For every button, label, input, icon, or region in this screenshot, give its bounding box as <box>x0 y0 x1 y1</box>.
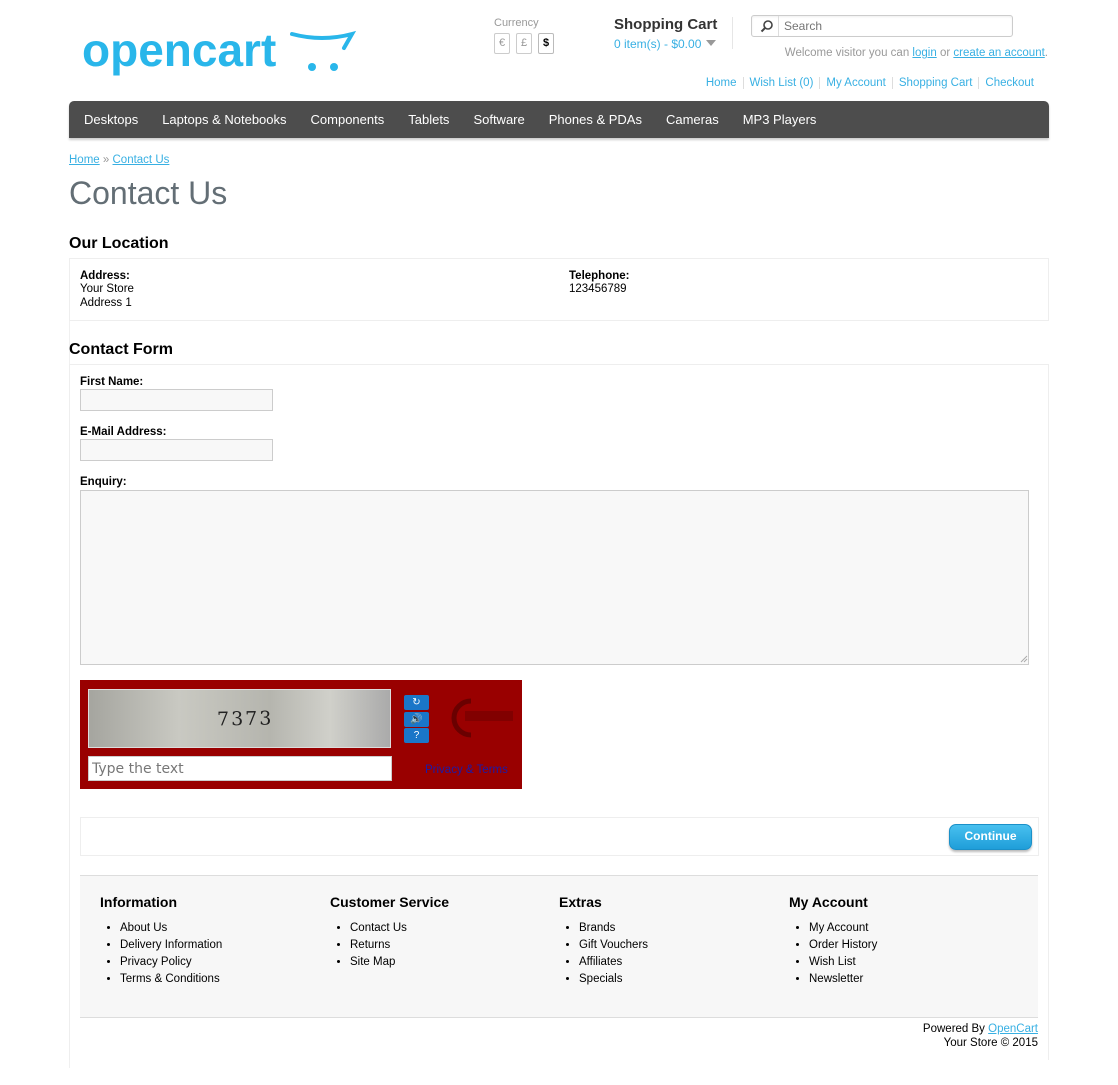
continue-button[interactable]: Continue <box>949 824 1032 850</box>
help-icon[interactable]: ? <box>404 728 429 743</box>
menu-item-phones[interactable]: Phones & PDAs <box>537 112 654 127</box>
page-title: Contact Us <box>69 175 228 211</box>
top-link-wishlist[interactable]: Wish List (0) <box>742 77 820 89</box>
footer-link[interactable]: Brands <box>579 920 648 937</box>
footer-column-extras: Extras Brands Gift Vouchers Affiliates S… <box>559 894 648 988</box>
menu-item-mp3[interactable]: MP3 Players <box>731 112 829 127</box>
search-box <box>751 15 1013 37</box>
footer-link[interactable]: My Account <box>809 920 877 937</box>
buttons-bar: Continue <box>80 817 1039 856</box>
footer-link[interactable]: About Us <box>120 920 222 937</box>
contact-form-heading: Contact Form <box>69 341 173 358</box>
login-link[interactable]: login <box>912 47 936 59</box>
footer-link[interactable]: Returns <box>350 937 449 954</box>
currency-label: Currency <box>494 17 539 29</box>
cart-title[interactable]: Shopping Cart <box>614 16 717 33</box>
address-line-2: Address 1 <box>80 297 132 309</box>
top-links: Home Wish List (0) My Account Shopping Cart… <box>700 77 1040 89</box>
powered-by: Powered By OpenCart Your Store © 2015 <box>923 1022 1038 1050</box>
currency-dollar-button[interactable]: $ <box>538 33 554 54</box>
footer-link[interactable]: Affiliates <box>579 954 648 971</box>
footer-column-information: Information About Us Delivery Informatio… <box>100 894 222 988</box>
footer-link[interactable]: Delivery Information <box>120 937 222 954</box>
currency-pound-button[interactable]: £ <box>516 33 532 54</box>
address-label: Address: <box>80 270 130 282</box>
footer-link[interactable]: Order History <box>809 937 877 954</box>
footer-link[interactable]: Newsletter <box>809 971 877 988</box>
enquiry-textarea[interactable] <box>80 490 1029 665</box>
footer-link[interactable]: Specials <box>579 971 648 988</box>
footer-link[interactable]: Privacy Policy <box>120 954 222 971</box>
footer: Information About Us Delivery Informatio… <box>80 875 1038 1018</box>
footer-heading: Customer Service <box>330 894 450 910</box>
captcha-privacy-link[interactable]: Privacy & Terms <box>425 764 508 776</box>
top-link-home[interactable]: Home <box>700 77 743 89</box>
email-field[interactable] <box>80 439 273 461</box>
first-name-label: First Name: <box>80 376 144 388</box>
menu-item-laptops[interactable]: Laptops & Notebooks <box>150 112 298 127</box>
footer-column-customer-service: Customer Service Contact Us Returns Site… <box>330 894 449 971</box>
email-label: E-Mail Address: <box>80 426 167 438</box>
main-menu: Desktops Laptops & Notebooks Components … <box>69 101 1049 138</box>
breadcrumb-home[interactable]: Home <box>69 154 100 166</box>
footer-column-my-account: My Account My Account Order History Wish… <box>789 894 877 988</box>
address-line-1: Your Store <box>80 283 134 295</box>
top-link-cart[interactable]: Shopping Cart <box>891 77 979 89</box>
menu-item-tablets[interactable]: Tablets <box>396 112 461 127</box>
cart-total[interactable]: 0 item(s) - $0.00 <box>614 37 701 51</box>
opencart-link[interactable]: OpenCart <box>988 1023 1038 1035</box>
breadcrumb-separator: » <box>102 154 110 166</box>
logo-text: opencart <box>82 24 276 76</box>
create-account-link[interactable]: create an account <box>953 47 1044 59</box>
breadcrumb-contact[interactable]: Contact Us <box>113 154 170 166</box>
menu-item-software[interactable]: Software <box>461 112 536 127</box>
welcome-suffix: . <box>1044 47 1048 59</box>
welcome-prefix: Welcome visitor you can <box>784 47 910 59</box>
first-name-field[interactable] <box>80 389 273 411</box>
footer-heading: My Account <box>789 894 868 910</box>
divider <box>778 16 779 36</box>
captcha-input[interactable] <box>88 756 392 781</box>
captcha-image: 7373 <box>88 689 391 748</box>
menu-item-desktops[interactable]: Desktops <box>72 112 150 127</box>
captcha-widget: 7373 ↻ 🔊 ? Privacy & Terms <box>80 680 522 789</box>
menu-item-cameras[interactable]: Cameras <box>654 112 731 127</box>
currency-euro-button[interactable]: € <box>494 33 510 54</box>
footer-heading: Information <box>100 894 177 910</box>
welcome-or: or <box>939 47 951 59</box>
enquiry-label: Enquiry: <box>80 476 127 488</box>
footer-link[interactable]: Contact Us <box>350 920 449 937</box>
audio-icon[interactable]: 🔊 <box>404 712 429 727</box>
location-heading: Our Location <box>69 235 169 252</box>
footer-link[interactable]: Wish List <box>809 954 877 971</box>
footer-link[interactable]: Gift Vouchers <box>579 937 648 954</box>
opencart-logo[interactable]: opencart <box>82 22 357 78</box>
footer-link[interactable]: Site Map <box>350 954 449 971</box>
chevron-down-icon[interactable] <box>706 40 716 46</box>
menu-item-components[interactable]: Components <box>299 112 397 127</box>
captcha-logo-icon <box>451 698 513 738</box>
footer-link[interactable]: Terms & Conditions <box>120 971 222 988</box>
telephone-label: Telephone: <box>569 270 630 282</box>
top-link-account[interactable]: My Account <box>819 77 892 89</box>
footer-heading: Extras <box>559 894 602 910</box>
breadcrumb: Home » Contact Us <box>69 154 169 166</box>
telephone-value: 123456789 <box>569 283 627 295</box>
welcome-message: Welcome visitor you can login or create … <box>785 47 1048 59</box>
location-box: Address: Your Store Address 1 Telephone:… <box>69 258 1049 321</box>
search-input[interactable] <box>784 17 1004 35</box>
captcha-code: 7373 <box>216 707 274 731</box>
powered-prefix: Powered By <box>922 1023 985 1035</box>
refresh-icon[interactable]: ↻ <box>404 695 429 710</box>
copyright: Your Store © 2015 <box>943 1037 1038 1049</box>
divider <box>732 17 733 49</box>
search-icon[interactable] <box>760 19 774 33</box>
resize-grip-icon[interactable] <box>1019 654 1028 663</box>
top-link-checkout[interactable]: Checkout <box>978 77 1040 89</box>
